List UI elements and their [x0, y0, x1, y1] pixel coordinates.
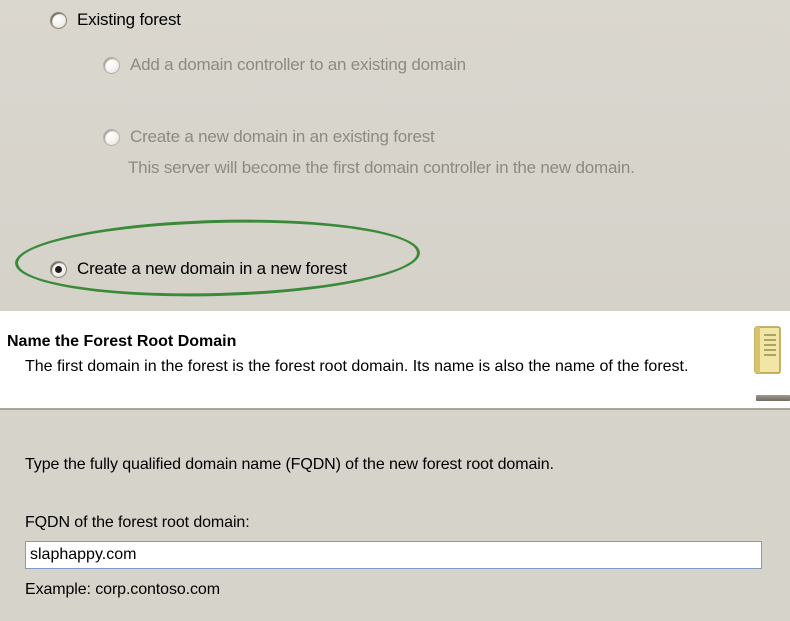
- book-icon: [754, 326, 781, 374]
- new-domain-new-forest-option[interactable]: Create a new domain in a new forest: [50, 259, 347, 279]
- existing-forest-radio[interactable]: [50, 11, 67, 29]
- new-domain-new-forest-radio[interactable]: [50, 260, 67, 278]
- new-domain-existing-forest-note: This server will become the first domain…: [128, 158, 635, 177]
- fqdn-input[interactable]: [25, 541, 762, 569]
- new-domain-existing-forest-option: Create a new domain in an existing fores…: [103, 127, 435, 147]
- page-title: Name the Forest Root Domain: [7, 333, 237, 350]
- new-domain-existing-forest-label: Create a new domain in an existing fores…: [130, 127, 435, 146]
- add-dc-option: Add a domain controller to an existing d…: [103, 55, 466, 75]
- existing-forest-label: Existing forest: [77, 10, 181, 29]
- existing-forest-option[interactable]: Existing forest: [50, 10, 181, 30]
- add-dc-radio: [103, 56, 120, 74]
- header-graphic-bar: [756, 395, 790, 401]
- instruction-text: Type the fully qualified domain name (FQ…: [25, 456, 554, 473]
- new-domain-existing-forest-radio: [103, 128, 120, 146]
- new-domain-new-forest-label: Create a new domain in a new forest: [77, 259, 347, 278]
- example-text: Example: corp.contoso.com: [25, 581, 220, 598]
- fqdn-label: FQDN of the forest root domain:: [25, 514, 250, 531]
- page-description: The first domain in the forest is the fo…: [25, 358, 689, 375]
- add-dc-label: Add a domain controller to an existing d…: [130, 55, 466, 74]
